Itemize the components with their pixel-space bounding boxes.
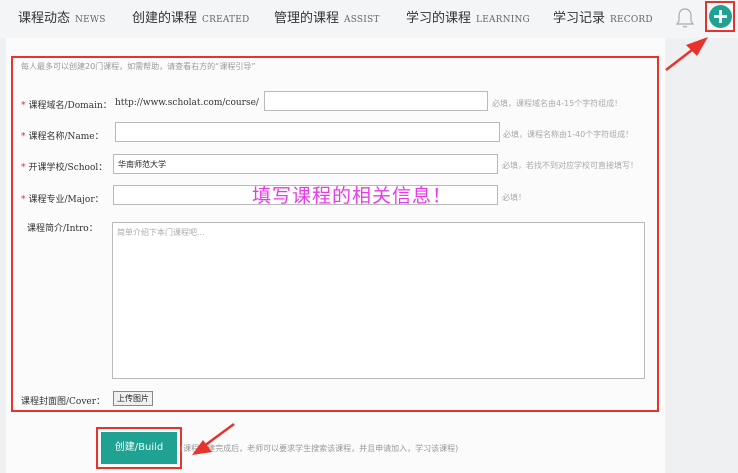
- tab-label: 课程动态: [18, 11, 71, 26]
- name-input[interactable]: [115, 122, 500, 142]
- tab-sub-label: CREATED: [202, 15, 250, 25]
- school-input[interactable]: 华南师范大学: [113, 154, 498, 174]
- cover-label: 课程封面图/Cover：: [21, 397, 106, 407]
- tab-label: 学习的课程: [406, 11, 472, 26]
- school-label: * 开课学校/School：: [21, 163, 108, 173]
- name-label: * 课程名称/Name：: [21, 132, 104, 142]
- top-nav: 课程动态 NEWS 创建的课程 CREATED 管理的课程 ASSIST 学习的课程 L…: [0, 0, 738, 38]
- add-course-highlight: [705, 1, 735, 32]
- tab-sub-label: LEARNING: [476, 15, 530, 25]
- tab-label: 创建的课程: [132, 11, 198, 26]
- intro-label: 课程简介/Intro：: [27, 224, 98, 234]
- name-note: 必填，课程名称由1-40个字符组成！: [503, 130, 634, 139]
- tab-sub-label: ASSIST: [344, 15, 380, 25]
- tab-assist[interactable]: 管理的课程 ASSIST: [274, 0, 380, 38]
- bell-icon[interactable]: [675, 7, 695, 29]
- tab-news[interactable]: 课程动态 NEWS: [18, 0, 106, 38]
- domain-note: 必填，课程域名由4-15个字符组成！: [492, 99, 623, 108]
- build-button[interactable]: 创建/Build: [101, 432, 177, 464]
- tab-learning[interactable]: 学习的课程 LEARNING: [406, 0, 530, 38]
- tab-label: 管理的课程: [274, 11, 340, 26]
- tab-sub-label: RECORD: [610, 15, 653, 25]
- form-hint: 每人最多可以创建20门课程，如需帮助，请查看右方的“课程引导”: [21, 62, 256, 71]
- upload-image-button[interactable]: 上传图片: [113, 391, 153, 406]
- tab-record[interactable]: 学习记录 RECORD: [553, 0, 653, 38]
- build-highlight-box: 创建/Build: [96, 427, 182, 469]
- domain-label: * 课程域名/Domain：: [21, 101, 112, 111]
- domain-prefix: http://www.scholat.com/course/: [115, 98, 259, 108]
- tab-label: 学习记录: [553, 11, 606, 26]
- school-note: 必填，若找不到对应学校可直接填写！: [502, 161, 638, 170]
- major-note: 必填！: [502, 193, 526, 202]
- build-note: (课程创建完成后，老师可以要求学生搜索该课程，并且申请加入，学习该课程): [180, 444, 459, 453]
- plus-icon[interactable]: [709, 5, 732, 28]
- tab-sub-label: NEWS: [75, 15, 106, 25]
- intro-textarea[interactable]: 简单介绍下本门课程吧...: [112, 222, 645, 379]
- annotation-text: 填写课程的相关信息！: [252, 185, 453, 207]
- major-label: * 课程专业/Major：: [21, 195, 104, 205]
- arrow-to-add-icon: [665, 37, 708, 71]
- tab-created[interactable]: 创建的课程 CREATED: [132, 0, 249, 38]
- domain-input[interactable]: [264, 91, 488, 111]
